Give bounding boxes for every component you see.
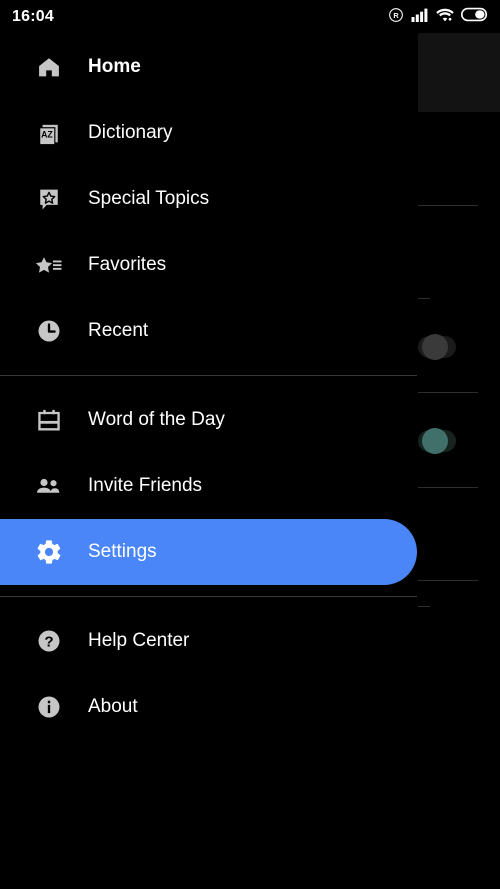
gear-icon xyxy=(32,538,66,566)
drawer-item-favorites[interactable]: Favorites xyxy=(0,232,417,298)
wifi-icon xyxy=(436,8,454,27)
star-list-icon xyxy=(32,251,66,279)
navigation-drawer: Home AZ Dictionary Special Topics Favori… xyxy=(0,0,417,889)
drawer-item-special-topics[interactable]: Special Topics xyxy=(0,166,417,232)
home-icon xyxy=(32,53,66,81)
drawer-item-recent[interactable]: Recent xyxy=(0,298,417,364)
settings-header-card xyxy=(418,33,500,112)
phone-screen: Home AZ Dictionary Special Topics Favori… xyxy=(0,0,500,889)
battery-icon xyxy=(461,7,488,27)
star-speech-bubble-icon xyxy=(32,185,66,213)
status-bar-clock: 16:04 xyxy=(12,8,54,25)
drawer-divider-1 xyxy=(0,375,417,376)
people-group-icon xyxy=(32,472,66,500)
content-divider xyxy=(418,392,478,393)
content-divider xyxy=(418,298,430,299)
drawer-item-label: Special Topics xyxy=(88,188,210,209)
content-divider xyxy=(418,487,478,488)
svg-text:AZ: AZ xyxy=(41,130,53,140)
calendar-icon xyxy=(32,406,66,434)
drawer-item-label: Recent xyxy=(88,320,149,341)
drawer-item-label: Help Center xyxy=(88,630,190,651)
clock-icon xyxy=(32,317,66,345)
drawer-item-label: Home xyxy=(88,56,141,77)
content-divider xyxy=(418,205,478,206)
info-circle-icon xyxy=(32,693,66,721)
drawer-item-label: Word of the Day xyxy=(88,409,225,430)
dictionary-az-book-icon: AZ xyxy=(32,119,66,147)
content-divider xyxy=(418,580,478,581)
drawer-item-word-of-the-day[interactable]: Word of the Day xyxy=(0,387,417,453)
status-bar-icons: R xyxy=(388,7,488,28)
drawer-item-invite-friends[interactable]: Invite Friends xyxy=(0,453,417,519)
roaming-r-icon: R xyxy=(388,7,404,28)
status-bar: 16:04 R xyxy=(0,0,500,34)
drawer-item-list: Home AZ Dictionary Special Topics Favori… xyxy=(0,34,417,740)
drawer-item-label: About xyxy=(88,696,138,717)
settings-toggle-off[interactable] xyxy=(422,334,448,360)
drawer-item-settings[interactable]: Settings xyxy=(0,519,417,585)
drawer-item-home[interactable]: Home xyxy=(0,34,417,100)
cellular-signal-icon xyxy=(411,8,429,27)
svg-text:R: R xyxy=(393,10,399,19)
drawer-item-help-center[interactable]: ? Help Center xyxy=(0,608,417,674)
question-mark-circle-icon: ? xyxy=(32,627,66,655)
svg-text:?: ? xyxy=(44,633,53,650)
drawer-item-dictionary[interactable]: AZ Dictionary xyxy=(0,100,417,166)
drawer-item-label: Settings xyxy=(88,541,157,562)
settings-toggle-on[interactable] xyxy=(422,428,448,454)
drawer-item-about[interactable]: About xyxy=(0,674,417,740)
drawer-item-label: Favorites xyxy=(88,254,167,275)
drawer-item-label: Invite Friends xyxy=(88,475,203,496)
content-divider xyxy=(418,606,430,607)
drawer-divider-2 xyxy=(0,596,417,597)
drawer-item-label: Dictionary xyxy=(88,122,173,143)
